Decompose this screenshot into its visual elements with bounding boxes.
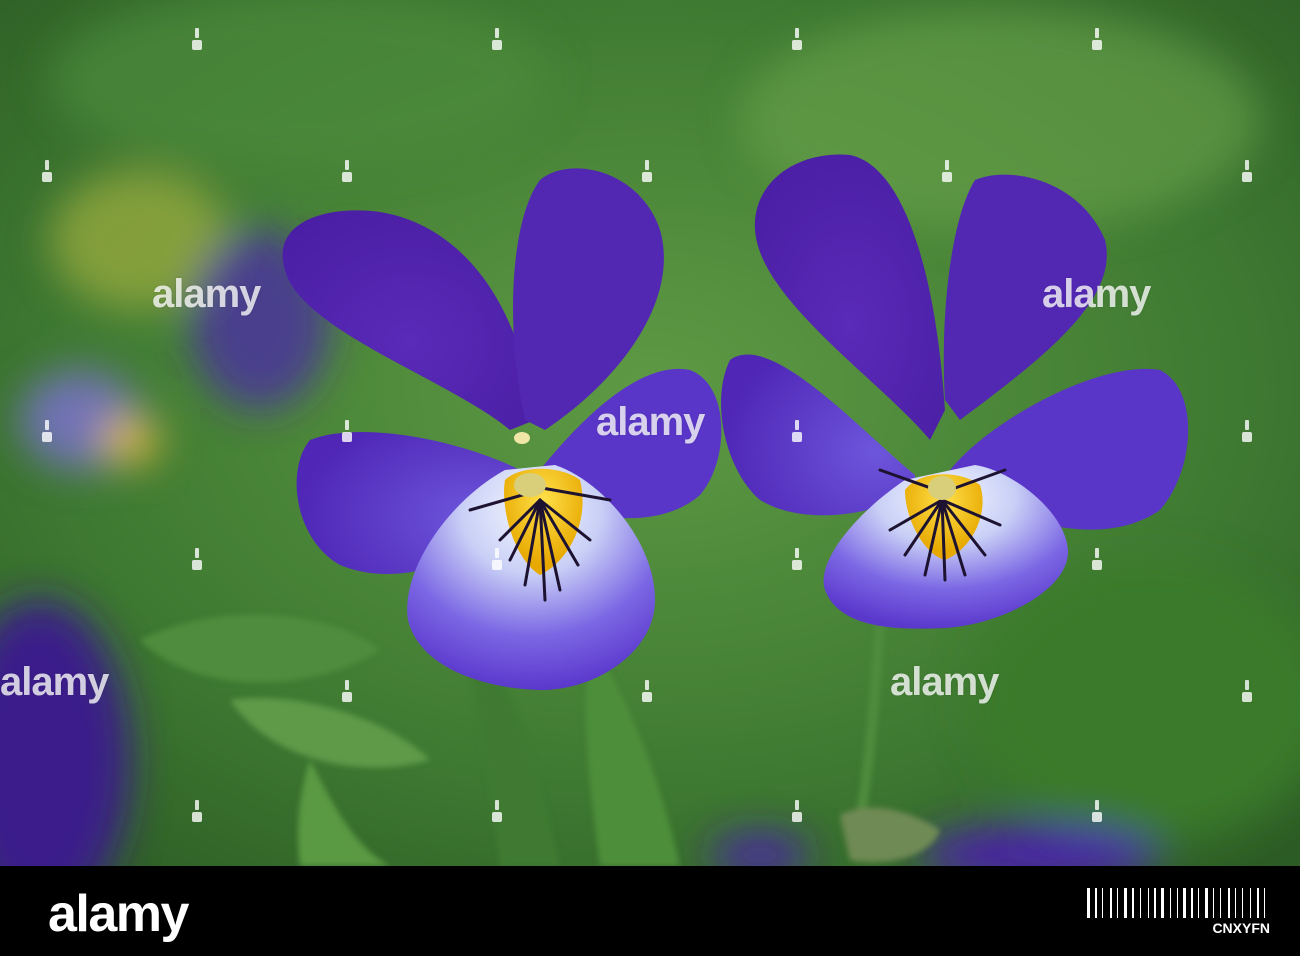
barcode-bar xyxy=(1235,888,1236,918)
barcode-bar xyxy=(1161,888,1164,918)
watermark-mark xyxy=(642,680,652,702)
watermark-mark xyxy=(42,160,52,182)
watermark-mark xyxy=(192,800,202,822)
barcode-bar xyxy=(1154,888,1156,918)
barcode-bar xyxy=(1213,888,1214,918)
watermark-text: alamy xyxy=(152,272,261,316)
barcode-bar xyxy=(1177,888,1178,918)
watermark-mark xyxy=(792,548,802,570)
watermark-mark xyxy=(792,28,802,50)
barcode-bar xyxy=(1220,888,1221,918)
watermark-mark xyxy=(342,160,352,182)
watermark-mark xyxy=(792,800,802,822)
watermark-mark xyxy=(492,800,502,822)
barcode-bar xyxy=(1170,888,1171,918)
watermark-mark xyxy=(42,420,52,442)
barcode-bar xyxy=(1148,888,1149,918)
barcode-bar xyxy=(1250,888,1251,918)
barcode xyxy=(1087,888,1270,918)
barcode-bar xyxy=(1132,888,1134,918)
barcode-bar xyxy=(1095,888,1097,918)
barcode-bar xyxy=(1191,888,1193,918)
photo: alamy alamy alamy alamy alamy xyxy=(0,0,1300,866)
watermark-mark xyxy=(342,680,352,702)
footer-bar: alamy CNXYFN xyxy=(0,866,1300,956)
watermark-mark xyxy=(642,160,652,182)
watermark-text: alamy xyxy=(890,660,999,704)
watermark-text: alamy xyxy=(1042,272,1151,316)
barcode-bar xyxy=(1228,888,1230,918)
barcode-bar xyxy=(1087,888,1090,918)
watermark-mark xyxy=(492,548,502,570)
watermark-mark xyxy=(1092,28,1102,50)
image-id: CNXYFN xyxy=(1212,920,1270,936)
watermark-mark xyxy=(192,548,202,570)
barcode-bar xyxy=(1110,888,1112,918)
barcode-bar xyxy=(1183,888,1186,918)
watermark-mark xyxy=(1092,800,1102,822)
watermark-mark xyxy=(1242,160,1252,182)
watermark-mark xyxy=(1092,548,1102,570)
barcode-bar xyxy=(1124,888,1127,918)
watermark-mark xyxy=(192,28,202,50)
barcode-bar xyxy=(1264,888,1265,918)
barcode-bar xyxy=(1198,888,1199,918)
barcode-bar xyxy=(1140,888,1141,918)
barcode-bar xyxy=(1102,888,1103,918)
barcode-bar xyxy=(1257,888,1259,918)
watermark-mark xyxy=(942,160,952,182)
alamy-logo: alamy xyxy=(48,885,189,943)
image-id-block: CNXYFN xyxy=(1087,888,1270,936)
watermark-mark xyxy=(1242,680,1252,702)
watermark-text: alamy xyxy=(0,660,109,704)
watermark-mark xyxy=(1242,420,1252,442)
watermark-mark xyxy=(342,420,352,442)
watermark-text: alamy xyxy=(596,400,705,444)
barcode-bar xyxy=(1205,888,1208,918)
barcode-bar xyxy=(1117,888,1118,918)
watermark-mark xyxy=(792,420,802,442)
watermark-mark xyxy=(492,28,502,50)
barcode-bar xyxy=(1242,888,1243,918)
